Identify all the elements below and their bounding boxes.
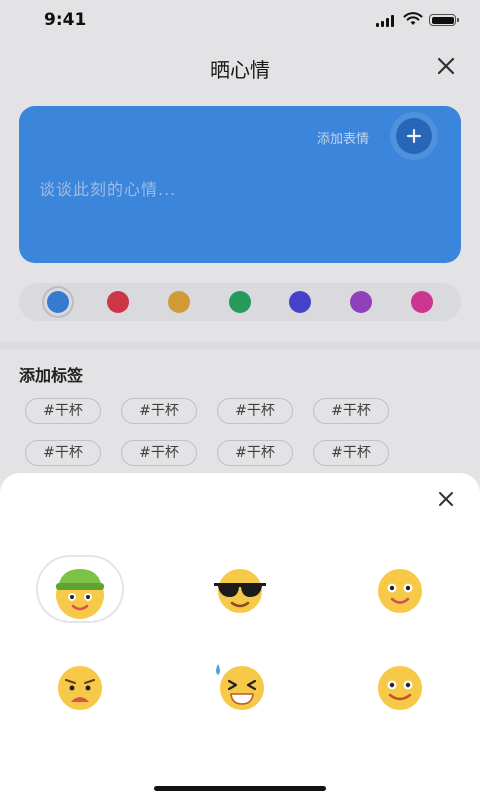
sweat-laugh-icon[interactable] [208,656,272,720]
calm-smile-icon[interactable] [368,656,432,720]
emoji-picker-sheet [0,473,480,800]
happy-smile-icon[interactable] [368,559,432,623]
close-icon[interactable] [434,487,458,511]
green-beanie-smile-icon[interactable] [48,559,112,623]
sunglasses-smile-icon[interactable] [208,559,272,623]
home-indicator [154,786,326,791]
upset-frown-icon[interactable] [48,656,112,720]
